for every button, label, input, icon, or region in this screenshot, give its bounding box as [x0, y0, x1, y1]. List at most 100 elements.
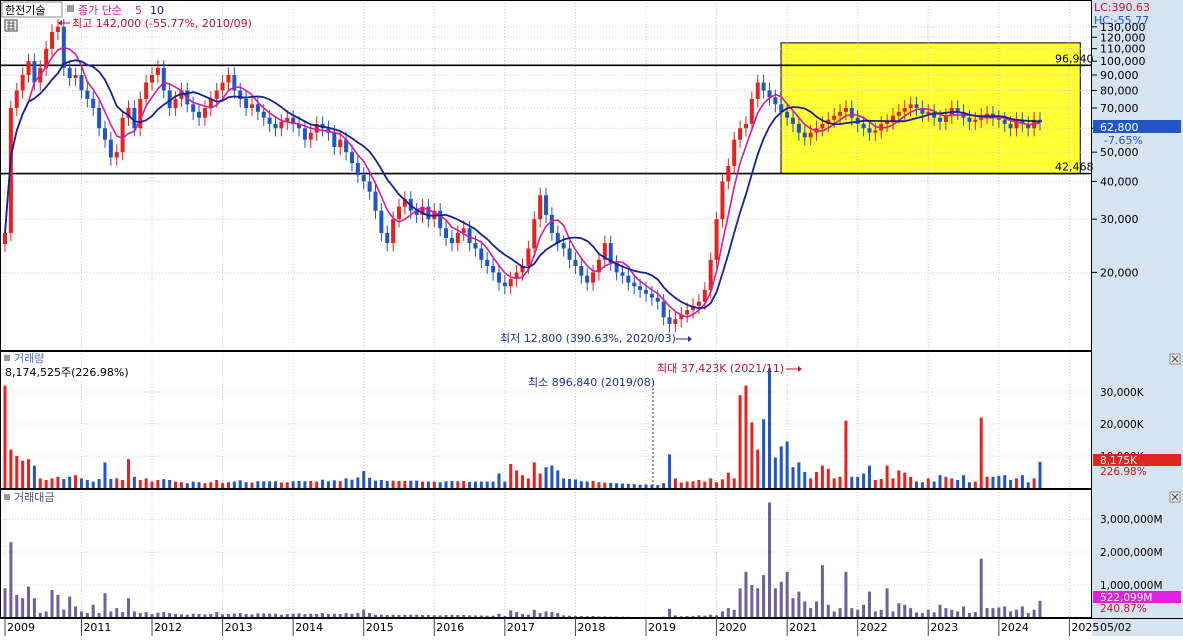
amount-bar[interactable]: [844, 571, 848, 618]
volume-bar[interactable]: [791, 467, 795, 488]
volume-bar[interactable]: [656, 485, 660, 488]
volume-bar[interactable]: [38, 478, 42, 488]
candle-body[interactable]: [302, 128, 307, 140]
volume-bar[interactable]: [826, 468, 830, 488]
candle-body[interactable]: [873, 130, 878, 133]
amount-bar[interactable]: [668, 608, 672, 618]
volume-bar[interactable]: [497, 473, 501, 488]
volume-bar[interactable]: [432, 481, 436, 488]
candle-body[interactable]: [732, 139, 737, 166]
volume-bar[interactable]: [197, 482, 201, 488]
candle-body[interactable]: [438, 210, 443, 229]
volume-bar[interactable]: [773, 457, 777, 488]
candle-body[interactable]: [861, 123, 866, 129]
amount-bar[interactable]: [126, 598, 130, 618]
volume-bar[interactable]: [456, 481, 460, 488]
volume-bar[interactable]: [726, 472, 730, 488]
volume-bar[interactable]: [1038, 461, 1042, 488]
volume-bar[interactable]: [538, 473, 542, 488]
volume-bar[interactable]: [509, 464, 513, 488]
candle-body[interactable]: [361, 175, 366, 182]
volume-bar[interactable]: [138, 480, 142, 488]
candle-body[interactable]: [108, 139, 113, 158]
volume-bar[interactable]: [638, 484, 642, 488]
candle-body[interactable]: [379, 210, 384, 234]
stock-name[interactable]: 한전기술: [5, 4, 45, 17]
amount-bar[interactable]: [820, 565, 824, 618]
volume-bar[interactable]: [244, 482, 248, 488]
volume-bar[interactable]: [115, 478, 119, 488]
candle-body[interactable]: [561, 243, 566, 249]
candle-body[interactable]: [496, 272, 501, 283]
candle-body[interactable]: [479, 248, 484, 260]
amount-bar[interactable]: [791, 598, 795, 618]
candle-body[interactable]: [902, 108, 907, 112]
volume-bar[interactable]: [144, 478, 148, 488]
candle-body[interactable]: [261, 111, 266, 118]
amount-bar[interactable]: [3, 588, 7, 618]
amount-bar[interactable]: [1020, 606, 1024, 618]
volume-bar[interactable]: [262, 481, 266, 488]
candle-body[interactable]: [544, 195, 549, 215]
volume-bar[interactable]: [691, 481, 695, 488]
amount-bar[interactable]: [732, 609, 736, 618]
candle-body[interactable]: [220, 82, 225, 91]
volume-bar[interactable]: [979, 417, 983, 488]
candle-body[interactable]: [97, 108, 102, 129]
volume-bar[interactable]: [956, 480, 960, 488]
volume-bar[interactable]: [1009, 480, 1013, 488]
amount-bar[interactable]: [74, 606, 78, 618]
candle-body[interactable]: [632, 282, 637, 287]
volume-bar[interactable]: [421, 481, 425, 488]
volume-bar[interactable]: [491, 481, 495, 488]
candle-body[interactable]: [749, 98, 754, 124]
volume-bar[interactable]: [3, 385, 7, 488]
volume-bar[interactable]: [27, 459, 31, 488]
volume-bar[interactable]: [844, 420, 848, 488]
candle-body[interactable]: [655, 297, 660, 302]
amount-bar[interactable]: [115, 608, 119, 618]
volume-bar[interactable]: [1020, 475, 1024, 488]
volume-bar[interactable]: [279, 482, 283, 488]
volume-bar[interactable]: [744, 385, 748, 488]
volume-bar[interactable]: [615, 483, 619, 488]
candle-body[interactable]: [273, 123, 278, 129]
candle-body[interactable]: [791, 117, 796, 124]
volume-bar[interactable]: [797, 462, 801, 488]
volume-bar[interactable]: [579, 481, 583, 488]
amount-bar[interactable]: [944, 608, 948, 618]
candle-body[interactable]: [144, 82, 149, 99]
amount-bar[interactable]: [1003, 606, 1007, 618]
volume-bar[interactable]: [1014, 478, 1018, 488]
volume-bar[interactable]: [285, 482, 289, 488]
candle-body[interactable]: [85, 90, 90, 99]
candle-body[interactable]: [867, 128, 872, 133]
volume-bar[interactable]: [485, 481, 489, 488]
volume-bar[interactable]: [385, 480, 389, 488]
candle-body[interactable]: [120, 117, 125, 153]
volume-bar[interactable]: [185, 483, 189, 488]
amount-bar[interactable]: [885, 588, 889, 618]
volume-bar[interactable]: [850, 476, 854, 488]
volume-bar[interactable]: [679, 482, 683, 488]
candle-body[interactable]: [526, 248, 531, 266]
volume-bar[interactable]: [815, 472, 819, 488]
candle-body[interactable]: [473, 243, 478, 249]
volume-bar[interactable]: [438, 482, 442, 488]
volume-bar[interactable]: [309, 480, 313, 488]
volume-bar[interactable]: [515, 470, 519, 488]
volume-bar[interactable]: [932, 481, 936, 488]
candle-body[interactable]: [720, 181, 725, 220]
amount-bar[interactable]: [9, 542, 13, 618]
candle-body[interactable]: [885, 121, 890, 124]
candle-body[interactable]: [773, 97, 778, 105]
volume-bar[interactable]: [191, 481, 195, 488]
candle-body[interactable]: [808, 132, 813, 138]
volume-bar[interactable]: [179, 482, 183, 488]
volume-bar[interactable]: [126, 459, 130, 488]
volume-bar[interactable]: [597, 482, 601, 488]
volume-bar[interactable]: [209, 482, 213, 488]
volume-bar[interactable]: [62, 479, 66, 488]
volume-bar[interactable]: [750, 422, 754, 488]
candle-body[interactable]: [832, 115, 837, 120]
